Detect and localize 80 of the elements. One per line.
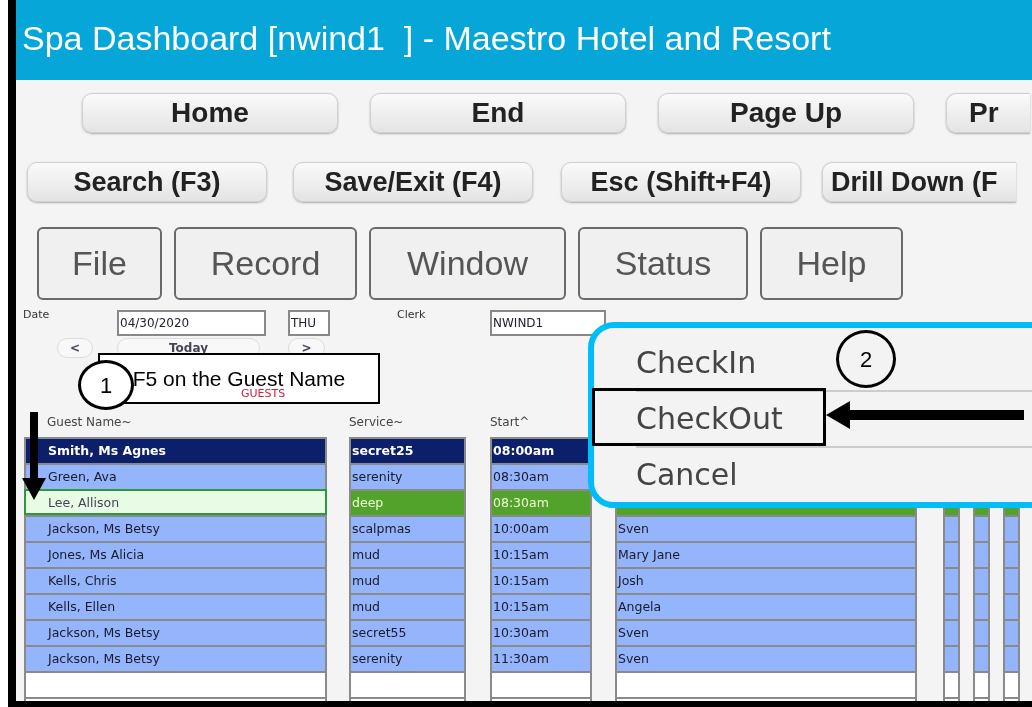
table-cell[interactable]: Jones, Ms Alicia — [24, 541, 327, 567]
table-cell[interactable]: 10:15am — [490, 593, 592, 619]
table-cell[interactable]: mud — [349, 567, 466, 593]
table-cell[interactable] — [943, 593, 960, 619]
field-label: Date — [23, 308, 51, 321]
menu-button[interactable]: Window — [369, 227, 566, 300]
table-cell[interactable]: Mary Jane — [615, 541, 917, 567]
table-cell[interactable]: scalpmas — [349, 515, 466, 541]
table-cell[interactable]: Kells, Chris — [24, 567, 327, 593]
table-cell[interactable] — [943, 645, 960, 671]
table-cell[interactable] — [490, 671, 592, 697]
table-cell[interactable]: Jackson, Ms Betsy — [24, 515, 327, 541]
table-cell[interactable]: serenity — [349, 645, 466, 671]
table-cell[interactable]: 10:00am — [490, 515, 592, 541]
window-title: Spa Dashboard [nwind1 ] - Maestro Hotel and Resort — [16, 0, 1032, 80]
day-field[interactable]: THU — [288, 310, 330, 336]
table-cell[interactable] — [1003, 567, 1020, 593]
clerk-field[interactable]: NWIND1 — [490, 310, 606, 336]
nav-button[interactable]: Page Up — [658, 93, 914, 133]
table-cell[interactable]: Jackson, Ms Betsy — [24, 619, 327, 645]
table-cell[interactable]: serenity — [349, 463, 466, 489]
table-cell[interactable] — [1003, 671, 1020, 697]
menu-button[interactable]: File — [37, 227, 162, 300]
table-cell[interactable]: 10:15am — [490, 567, 592, 593]
table-cell[interactable]: Jackson, Ms Betsy — [24, 645, 327, 671]
column-header: Service~ — [349, 415, 405, 431]
table-cell[interactable]: Smith, Ms Agnes — [24, 437, 327, 463]
menu-button[interactable]: Status — [578, 227, 748, 300]
table-cell[interactable] — [973, 593, 990, 619]
action-button[interactable]: Drill Down (F — [822, 162, 1016, 202]
table-cell[interactable]: Kells, Ellen — [24, 593, 327, 619]
table-cell[interactable] — [943, 515, 960, 541]
date-field[interactable]: 04/30/2020 — [117, 310, 266, 336]
action-button[interactable]: Search (F3) — [27, 162, 267, 202]
table-cell[interactable]: Sven — [615, 515, 917, 541]
table-cell[interactable]: Sven — [615, 619, 917, 645]
table-cell[interactable] — [973, 619, 990, 645]
table-cell[interactable] — [973, 567, 990, 593]
table-cell[interactable] — [24, 671, 327, 697]
table-cell[interactable]: 11:30am — [490, 645, 592, 671]
nav-button[interactable]: End — [370, 93, 626, 133]
action-button[interactable]: Esc (Shift+F4) — [561, 162, 801, 202]
table-cell[interactable] — [943, 567, 960, 593]
table-cell[interactable]: mud — [349, 541, 466, 567]
table-cell[interactable]: mud — [349, 593, 466, 619]
table-cell[interactable]: 10:30am — [490, 619, 592, 645]
column-header: Guest Name~ — [46, 415, 133, 431]
table-cell[interactable]: secret25 — [349, 437, 466, 463]
table-cell[interactable] — [349, 671, 466, 697]
table-cell[interactable] — [1003, 593, 1020, 619]
table-cell[interactable] — [1003, 619, 1020, 645]
field-label: Clerk — [397, 308, 427, 321]
previous-day-button[interactable]: < — [57, 338, 93, 358]
table-cell[interactable] — [973, 541, 990, 567]
table-cell[interactable] — [973, 671, 990, 697]
menu-button[interactable]: Record — [174, 227, 357, 300]
table-cell[interactable] — [1003, 541, 1020, 567]
table-cell[interactable] — [615, 671, 917, 697]
table-cell[interactable] — [1003, 645, 1020, 671]
table-cell[interactable] — [943, 541, 960, 567]
table-cell[interactable]: Lee, Allison — [24, 489, 327, 515]
menu-item[interactable]: Cancel — [636, 448, 1032, 504]
table-cell[interactable]: Angela — [615, 593, 917, 619]
table-cell[interactable]: Sven — [615, 645, 917, 671]
step-marker: 1 — [78, 360, 134, 410]
column-header: Start^ — [490, 415, 530, 431]
section-label: GUESTS — [241, 387, 286, 400]
table-cell[interactable]: Green, Ava — [24, 463, 327, 489]
menu-button[interactable]: Help — [760, 227, 903, 300]
action-button[interactable]: Save/Exit (F4) — [293, 162, 533, 202]
table-cell[interactable]: Josh — [615, 567, 917, 593]
nav-button[interactable]: Pr — [946, 93, 1030, 133]
table-cell[interactable]: 10:15am — [490, 541, 592, 567]
table-cell[interactable] — [1003, 515, 1020, 541]
table-cell[interactable] — [943, 671, 960, 697]
table-cell[interactable]: secret55 — [349, 619, 466, 645]
nav-button[interactable]: Home — [82, 93, 338, 133]
table-cell[interactable] — [973, 645, 990, 671]
table-cell[interactable] — [943, 619, 960, 645]
table-cell[interactable] — [973, 515, 990, 541]
